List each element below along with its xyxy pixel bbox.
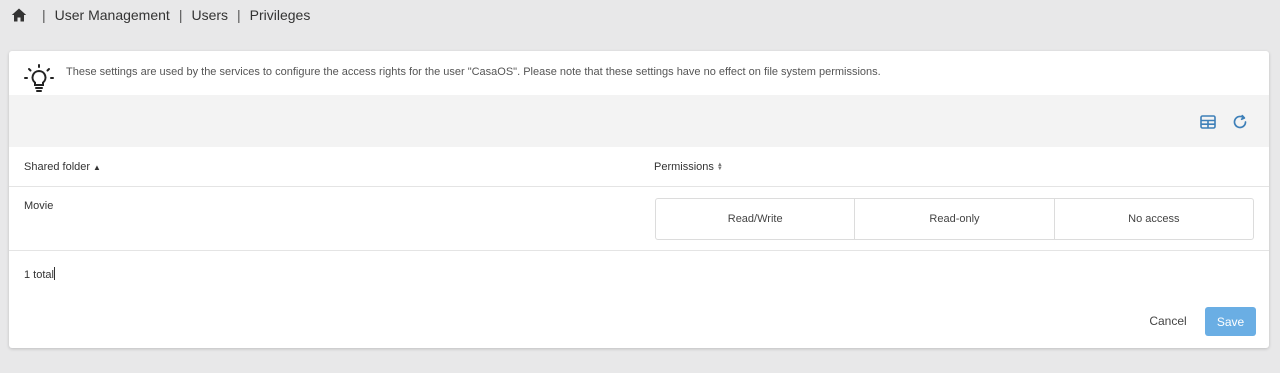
privileges-panel: These settings are used by the services … — [9, 51, 1269, 348]
text-cursor — [53, 267, 55, 280]
column-label: Permissions — [654, 161, 714, 173]
sort-ascending-icon: ▲ — [93, 162, 101, 172]
breadcrumb-privileges: Privileges — [249, 7, 311, 23]
permission-selector: Read/Write Read-only No access — [655, 198, 1254, 240]
info-banner: These settings are used by the services … — [9, 51, 1269, 95]
table-header: Shared folder ▲ Permissions ▲ ▼ — [9, 147, 1269, 187]
column-label: Shared folder — [24, 161, 91, 173]
home-icon[interactable] — [11, 7, 27, 23]
column-header-permissions[interactable]: Permissions ▲ ▼ — [654, 161, 723, 173]
table-total: 1 total — [24, 267, 55, 281]
breadcrumb-users[interactable]: Users — [191, 7, 228, 23]
column-header-shared-folder[interactable]: Shared folder ▲ — [24, 161, 101, 173]
breadcrumb-separator: | — [237, 7, 241, 23]
breadcrumb-separator: | — [42, 7, 46, 23]
info-text: These settings are used by the services … — [66, 66, 881, 78]
breadcrumb: | User Management | Users | Privileges — [11, 5, 310, 25]
total-count-label: 1 total — [24, 269, 54, 281]
breadcrumb-user-management[interactable]: User Management — [55, 7, 170, 23]
table-row: Movie Read/Write Read-only No access — [9, 187, 1269, 251]
permission-read-write-option[interactable]: Read/Write — [656, 199, 856, 239]
table-toolbar — [9, 95, 1269, 147]
shared-folder-name: Movie — [24, 200, 54, 212]
lightbulb-icon — [24, 64, 54, 92]
permission-no-access-option[interactable]: No access — [1055, 199, 1253, 239]
cancel-button[interactable]: Cancel — [1140, 307, 1196, 335]
save-button[interactable]: Save — [1205, 307, 1256, 336]
permission-read-only-option[interactable]: Read-only — [855, 199, 1055, 239]
breadcrumb-separator: | — [178, 7, 183, 23]
sort-icon: ▲ ▼ — [716, 162, 723, 172]
table-columns-icon[interactable] — [1199, 113, 1217, 131]
refresh-icon[interactable] — [1231, 113, 1249, 131]
